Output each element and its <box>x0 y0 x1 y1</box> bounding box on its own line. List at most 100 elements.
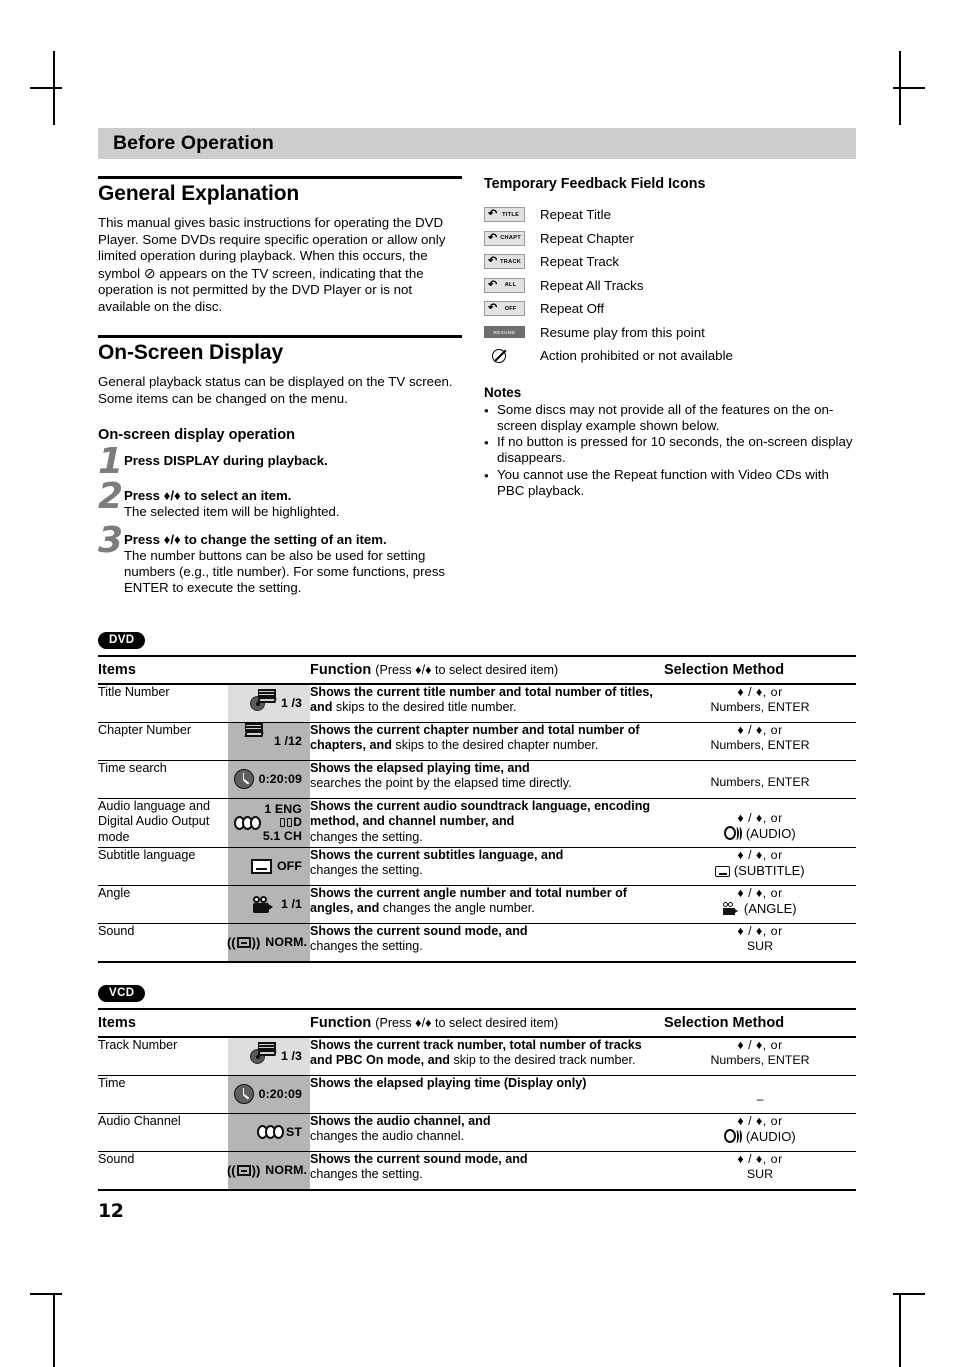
crop-mark-top-right-v <box>899 51 901 125</box>
repeat-off-badge: ↶ OFF <box>484 301 525 317</box>
note-item: Some discs may not provide all of the fe… <box>484 402 856 435</box>
step-3-rest: The number buttons can be also be used f… <box>124 547 446 596</box>
table-row: Time 0:20:09 Shows the elapsed playing t… <box>98 1075 857 1114</box>
dvd-header-selection-method: Selection Method <box>664 654 857 685</box>
repeat-off-badge-text: OFF <box>504 305 517 312</box>
feedback-label-repeat-chapter: Repeat Chapter <box>540 230 634 246</box>
step-3-bold: Press ♦/♦ to change the setting of an it… <box>124 531 387 547</box>
step-3: 3 Press ♦/♦ to change the setting of an … <box>98 522 462 597</box>
dvd-row-item-title-number: Title Number <box>98 683 228 723</box>
dvd-row-function-angle: Shows the current angle number and total… <box>310 885 665 924</box>
resume-icon: RESUME <box>484 326 540 339</box>
dvd-sel-text-wrap: (AUDIO) <box>664 826 856 843</box>
dvd-sel-arrows: ♦ / ♦, or <box>737 684 783 699</box>
dvd-row-selection-time-search: Numbers, ENTER <box>664 760 857 799</box>
dvd-audio-line3: 5.1 CH <box>262 828 303 843</box>
time-osd-icon: 0:20:09 <box>228 1075 311 1114</box>
dvd-fn-bold: Shows the current subtitles language, an… <box>310 847 564 862</box>
dvd-fn-bold: Shows the elapsed playing time, and <box>310 760 530 775</box>
chapter-number-osd-icon: 1 /12 <box>228 722 311 761</box>
clapper-icon <box>244 722 269 751</box>
vcd-table-header-row: Items Function (Press ♦/♦ to select desi… <box>98 1007 857 1038</box>
paragraph-general-explanation: This manual gives basic instructions for… <box>98 215 462 315</box>
dvd-row-function-sound: Shows the current sound mode, and change… <box>310 923 665 963</box>
table-row: Audio Channel ST Shows the audio channel… <box>98 1113 857 1152</box>
dvd-fn-rest: skips to the desired chapter number. <box>391 738 599 753</box>
vcd-sel-text-wrap: (AUDIO) <box>664 1129 856 1146</box>
running-head: Before Operation <box>98 128 856 159</box>
repeat-chapter-icon: ↶ CHAPT <box>484 230 540 246</box>
audio-language-osd-icon: 1 ENG D 5.1 CH <box>228 798 311 848</box>
dvd-row-item-subtitle-language: Subtitle language <box>98 847 228 886</box>
vcd-sel-arrows: ♦ / ♦, or <box>737 1151 783 1166</box>
crop-mark-top-left-h <box>30 87 62 89</box>
audio-rings-icon <box>233 815 261 830</box>
vcd-sel-text: – <box>756 1091 764 1106</box>
table-row: Track Number 1 /3 Shows the current trac… <box>98 1036 857 1076</box>
dvd-row-value-title-number: 1 /3 <box>280 696 303 711</box>
feedback-label-repeat-track: Repeat Track <box>540 254 620 270</box>
step-2-text: Press ♦/♦ to select an item. The selecte… <box>124 486 462 521</box>
dvd-sel-arrows: ♦ / ♦, or <box>737 847 783 862</box>
step-1-bold: Press DISPLAY during playback. <box>124 453 328 468</box>
dvd-sel-text: Numbers, ENTER <box>710 700 810 715</box>
dvd-sel-arrows: ♦ / ♦, or <box>737 810 783 825</box>
dvd-sel-text: (AUDIO) <box>745 826 796 842</box>
dvd-header-function-note: (Press ♦/♦ to select desired item) <box>375 662 559 677</box>
dvd-sel-arrows: ♦ / ♦, or <box>737 885 783 900</box>
dvd-sel-arrows: ♦ / ♦, or <box>737 722 783 737</box>
manual-page: Before Operation General Explanation Thi… <box>98 128 857 1268</box>
repeat-all-icon: ↶ ALL <box>484 277 540 293</box>
vcd-row-value-audio-channel: ST <box>285 1125 303 1140</box>
sound-speaker-icon: (()) <box>226 934 261 950</box>
step-1-text: Press DISPLAY during playback. <box>124 451 462 477</box>
dvd-sel-text: Numbers, ENTER <box>710 774 810 789</box>
sound-speaker-icon: (()) <box>226 1162 261 1178</box>
left-column: General Explanation This manual gives ba… <box>98 176 462 606</box>
heading-on-screen-display: On-Screen Display <box>98 341 284 364</box>
table-row: Sound (()) NORM. Shows the current sound… <box>98 923 857 963</box>
audio-rings-icon <box>256 1125 284 1140</box>
vcd-sel-text: SUR <box>746 1167 774 1182</box>
dolby-d-letter: D <box>293 814 303 829</box>
feedback-row-repeat-title: ↶ TITLE Repeat Title <box>484 203 856 227</box>
vcd-row-item-time: Time <box>98 1075 228 1114</box>
repeat-title-badge: ↶ TITLE <box>484 207 525 223</box>
note-item: If no button is pressed for 10 seconds, … <box>484 434 856 467</box>
title-number-osd-icon: 1 /3 <box>228 683 311 723</box>
section-rule-general <box>98 176 462 179</box>
vcd-row-selection-track-number: ♦ / ♦, or Numbers, ENTER <box>664 1036 857 1076</box>
right-column: Temporary Feedback Field Icons ↶ TITLE R… <box>484 176 856 606</box>
vcd-fn-bold: Shows the elapsed playing time (Display … <box>310 1075 587 1090</box>
table-row: Title Number 1 /3 Shows the current titl… <box>98 683 857 723</box>
sound-osd-icon: (()) NORM. <box>226 923 311 963</box>
audio-channel-osd-icon: ST <box>228 1113 311 1152</box>
vcd-fn-bold: Shows the audio channel, and <box>310 1113 491 1128</box>
dvd-sel-text: (ANGLE) <box>743 901 797 917</box>
paragraph-on-screen-display: General playback status can be displayed… <box>98 374 453 406</box>
dvd-fn-bold: Shows the current sound mode, and <box>310 923 528 938</box>
vcd-row-value-time: 0:20:09 <box>258 1087 303 1102</box>
clock-icon <box>233 1084 254 1105</box>
subtitle-osd-icon: OFF <box>228 847 311 886</box>
step-2-bold: Press ♦/♦ to select an item. <box>124 488 292 503</box>
step-1: 1 Press DISPLAY during playback. <box>98 444 462 480</box>
vcd-row-item-audio-channel: Audio Channel <box>98 1113 228 1152</box>
repeat-track-badge: ↶ TRACK <box>484 254 525 270</box>
dvd-row-function-subtitle-language: Shows the current subtitles language, an… <box>310 847 665 886</box>
feedback-row-repeat-all: ↶ ALL Repeat All Tracks <box>484 274 856 298</box>
dvd-fn-rest: changes the setting. <box>310 939 423 954</box>
vcd-header-function-bold: Function <box>310 1014 372 1031</box>
heading-general-explanation: General Explanation <box>98 182 300 205</box>
heading-osd-operation: On-screen display operation <box>98 427 296 443</box>
subtitle-button-icon <box>715 866 731 878</box>
repeat-track-icon: ↶ TRACK <box>484 254 540 270</box>
feedback-label-repeat-all: Repeat All Tracks <box>540 277 644 293</box>
feedback-label-repeat-title: Repeat Title <box>540 207 611 223</box>
table-row: Chapter Number 1 /12 Shows the current c… <box>98 722 857 761</box>
resume-badge: RESUME <box>484 326 525 339</box>
dvd-header-function-bold: Function <box>310 661 372 678</box>
dvd-row-function-title-number: Shows the current title number and total… <box>310 683 665 723</box>
table-row: Subtitle language OFF Shows the current … <box>98 847 857 886</box>
feedback-label-repeat-off: Repeat Off <box>540 301 605 317</box>
